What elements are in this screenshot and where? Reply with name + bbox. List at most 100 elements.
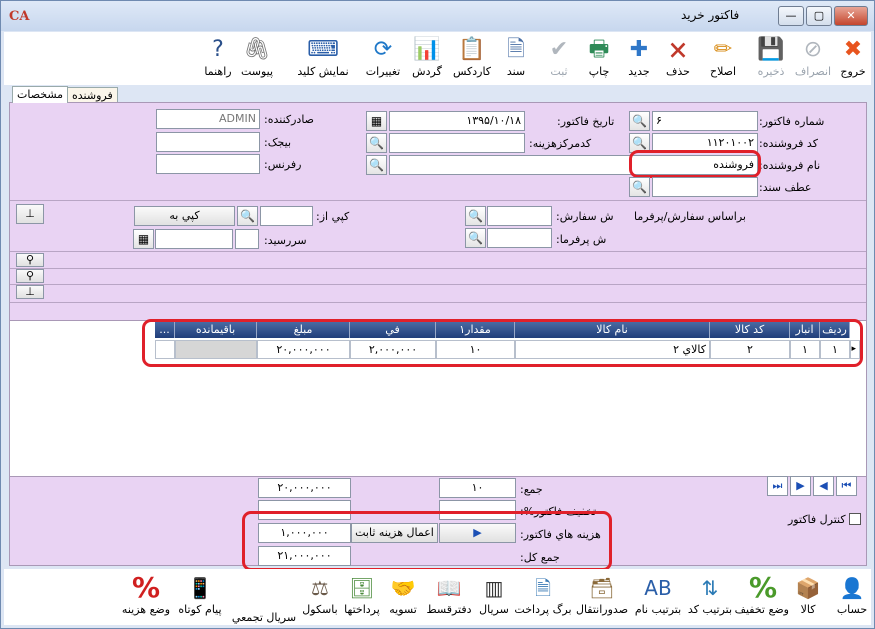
app-logo: CA	[9, 9, 30, 24]
document-icon: 🗎	[507, 37, 525, 62]
installment-book-button[interactable]: 📖 دفترقسط	[424, 569, 474, 625]
minimize-button[interactable]: —	[778, 6, 804, 26]
goods-button[interactable]: 📦 کالا	[788, 569, 828, 625]
basket-button[interactable]: ⚖ باسکول	[298, 569, 342, 625]
tab-specs[interactable]: مشخصات	[12, 86, 69, 103]
set-cost-button[interactable]: % وضع هزينه	[119, 569, 173, 625]
proforma-search-icon[interactable]: 🔍	[465, 228, 486, 248]
cost-center-field[interactable]	[389, 133, 525, 153]
print-label: چاپ	[588, 65, 610, 78]
attachment-button[interactable]: 🖇 پيوست	[234, 32, 280, 85]
serial-button[interactable]: ▥ سريال	[476, 569, 512, 625]
cardex-label: کاردکس	[452, 65, 492, 78]
save-button[interactable]: 💾 ذخيره	[752, 32, 790, 85]
sort-name-icon: AB	[644, 576, 672, 600]
cardex-button[interactable]: 📋 کاردکس	[451, 32, 493, 85]
help-label: راهنما	[204, 65, 232, 78]
sort-code-label: بترتيب کد	[687, 603, 733, 616]
nav-prev-icon[interactable]: ◀	[813, 476, 834, 496]
set-cost-icon: %	[131, 571, 161, 604]
vendor-name-search-icon[interactable]: 🔍	[366, 155, 387, 175]
payments-label: پرداختها	[344, 603, 380, 616]
exit-button[interactable]: ✖ خروج	[834, 32, 872, 85]
issue-transfer-button[interactable]: 🗃 صدورانتقال	[572, 569, 632, 625]
account-icon: 👤	[839, 576, 865, 600]
delete-button[interactable]: 🗙 حذف	[659, 32, 697, 85]
title-bar: CA فاکتور خريد — ▢ ✕	[1, 1, 874, 31]
account-label: حساب	[836, 603, 868, 616]
reference-field[interactable]	[156, 154, 260, 174]
set-cost-label: وضع هزينه	[121, 603, 171, 616]
document-label: سند	[506, 65, 526, 78]
nav-next-icon[interactable]: ▶	[790, 476, 811, 496]
print-button[interactable]: 🖶 چاپ	[581, 32, 617, 85]
set-discount-icon: %	[748, 571, 778, 604]
calendar-icon[interactable]: ▦	[366, 111, 387, 131]
pin-icon[interactable]: ⚲	[16, 253, 44, 267]
grid-row-highlight	[142, 319, 863, 367]
edit-label: اصلاح	[709, 65, 737, 78]
invoice-number-field[interactable]: ۶	[652, 111, 758, 131]
delete-icon: 🗙	[669, 37, 687, 62]
order-no-field[interactable]	[487, 206, 552, 226]
document-button[interactable]: 🗎 سند	[498, 32, 534, 85]
edit-icon: ✏	[713, 37, 733, 62]
show-key-button[interactable]: ⌨ نمايش کليد	[294, 32, 352, 85]
maximize-button[interactable]: ▢	[806, 6, 832, 26]
new-label: جديد	[628, 65, 650, 78]
sort-name-button[interactable]: AB بترتيب نام	[630, 569, 686, 625]
pin-icon[interactable]: ⊥	[16, 204, 44, 224]
receipt-label: بيجک:	[264, 136, 292, 149]
payment-slip-button[interactable]: 🗎 برگ پرداخت	[514, 569, 572, 625]
sum-label: جمع:	[520, 483, 543, 496]
help-button[interactable]: ? راهنما	[200, 32, 236, 85]
serial-icon: ▥	[484, 576, 504, 600]
serial-label: سريال	[479, 603, 509, 616]
short-message-button[interactable]: 📱 پيام کوتاه	[174, 569, 226, 625]
bulk-serial-button[interactable]: سريال تجمعي	[229, 569, 299, 625]
changes-button[interactable]: ⟳ تغييرات	[362, 32, 404, 85]
copy-from-search-icon[interactable]: 🔍	[237, 206, 258, 226]
nav-last-icon[interactable]: ⏭	[767, 476, 788, 496]
settlement-icon: 🤝	[390, 576, 416, 600]
settlement-button[interactable]: 🤝 تسويه	[384, 569, 422, 625]
turnover-icon: 📊	[413, 37, 441, 62]
doc-ref-search-icon[interactable]: 🔍	[629, 177, 650, 197]
copy-to-button[interactable]: کپي به	[134, 206, 235, 226]
pin-icon[interactable]: ⊥	[16, 285, 44, 299]
copy-from-field[interactable]	[260, 206, 313, 226]
invoice-date-field[interactable]: ۱۳۹۵/۱۰/۱۸	[389, 111, 525, 131]
proforma-no-label: ش پرفرما:	[556, 233, 607, 246]
due-date-label: سررسيد:	[264, 234, 307, 247]
due-date-field[interactable]	[155, 229, 233, 249]
window-title: فاکتور خريد	[681, 8, 740, 22]
doc-ref-field[interactable]	[652, 177, 758, 197]
due-days-field[interactable]	[235, 229, 259, 249]
order-search-icon[interactable]: 🔍	[465, 206, 486, 226]
invoice-control-checkbox[interactable]	[849, 513, 861, 525]
cost-center-search-icon[interactable]: 🔍	[366, 133, 387, 153]
nav-first-icon[interactable]: ⏮	[836, 476, 857, 496]
register-button[interactable]: ✔ ثبت	[541, 32, 577, 85]
new-button[interactable]: ✚ جديد	[621, 32, 657, 85]
payments-button[interactable]: 🗄 پرداختها	[341, 569, 383, 625]
close-button[interactable]: ✕	[834, 6, 868, 26]
cancel-button[interactable]: ⊘ انصراف	[793, 32, 833, 85]
receipt-field[interactable]	[156, 132, 260, 152]
proforma-no-field[interactable]	[487, 228, 552, 248]
pin-icon[interactable]: ⚲	[16, 269, 44, 283]
edit-button[interactable]: ✏ اصلاح	[701, 32, 745, 85]
items-grid: رديف انبار کد کالا نام کالا مقدار۱ في مب…	[10, 319, 866, 477]
account-button[interactable]: 👤 حساب	[832, 569, 872, 625]
payment-slip-label: برگ پرداخت	[514, 603, 572, 616]
sort-code-button[interactable]: ⇅ بترتيب کد	[684, 569, 736, 625]
turnover-button[interactable]: 📊 گردش	[410, 32, 444, 85]
invoice-number-search-icon[interactable]: 🔍	[629, 111, 650, 131]
set-discount-button[interactable]: % وضع تخفيف	[735, 569, 789, 625]
divider	[10, 251, 866, 252]
goods-label: کالا	[800, 603, 816, 616]
register-label: ثبت	[550, 65, 568, 78]
basket-label: باسکول	[302, 603, 338, 616]
due-calendar-icon[interactable]: ▦	[133, 229, 154, 249]
short-message-icon: 📱	[187, 576, 213, 600]
